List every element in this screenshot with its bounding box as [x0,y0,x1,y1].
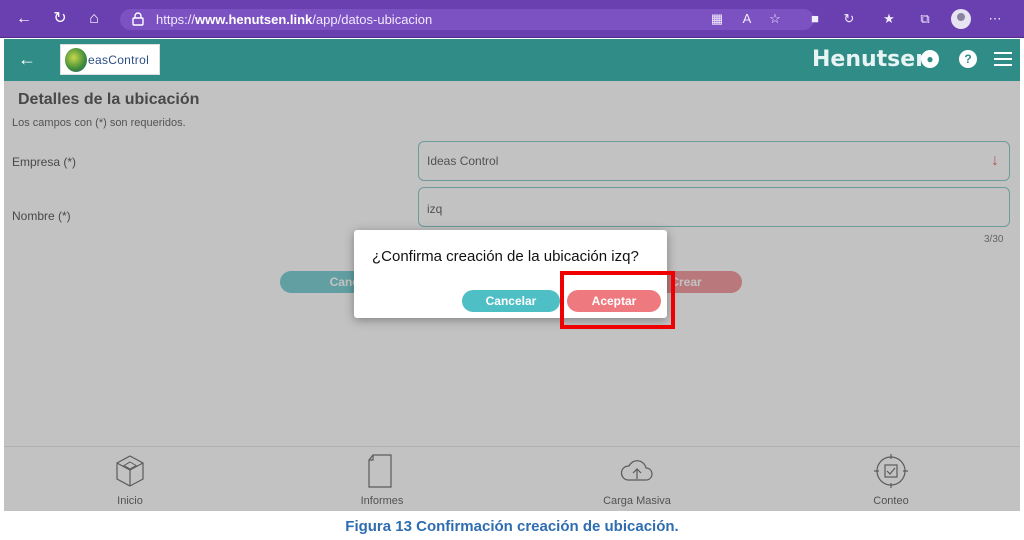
refresh-icon[interactable]: ↻ [50,9,70,29]
accept-highlight-box [560,271,675,329]
url-text: https://www.henutsen.link/app/datos-ubic… [156,12,433,27]
app-header: ← easControl Henutsen ● ? [4,39,1020,81]
extension-icon[interactable]: ■ [806,10,824,28]
help-icon[interactable]: ? [959,50,977,68]
back-arrow-icon[interactable]: ← [14,9,34,29]
back-arrow-icon[interactable]: ← [18,49,36,70]
profile-avatar[interactable] [951,9,971,29]
logo-text: easControl [88,53,150,67]
dialog-cancel-button[interactable]: Cancelar [462,290,560,312]
grid-icon[interactable]: ▦ [708,10,726,28]
lock-icon [132,12,144,26]
figure-caption: Figura 13 Confirmación creación de ubica… [345,518,679,535]
user-icon[interactable]: ● [921,50,939,68]
favorites-icon[interactable]: ★ [880,10,898,28]
browser-toolbar: ← ↻ ⌂ https://www.henutsen.link/app/dato… [0,0,1024,38]
logo-mark [65,48,87,72]
refresh-page-icon[interactable]: ↻ [840,10,858,28]
dialog-message: ¿Confirma creación de la ubicación izq? [372,248,639,265]
collections-icon[interactable]: ⧉ [916,10,934,28]
company-logo: easControl [60,44,160,75]
brand-name: Henutsen [812,47,931,72]
favorite-add-icon[interactable]: ☆ [766,10,784,28]
read-aloud-icon[interactable]: A [738,10,756,28]
more-icon[interactable]: ⋯ [986,10,1004,28]
home-icon[interactable]: ⌂ [84,9,104,29]
hamburger-menu-icon[interactable] [994,52,1012,66]
